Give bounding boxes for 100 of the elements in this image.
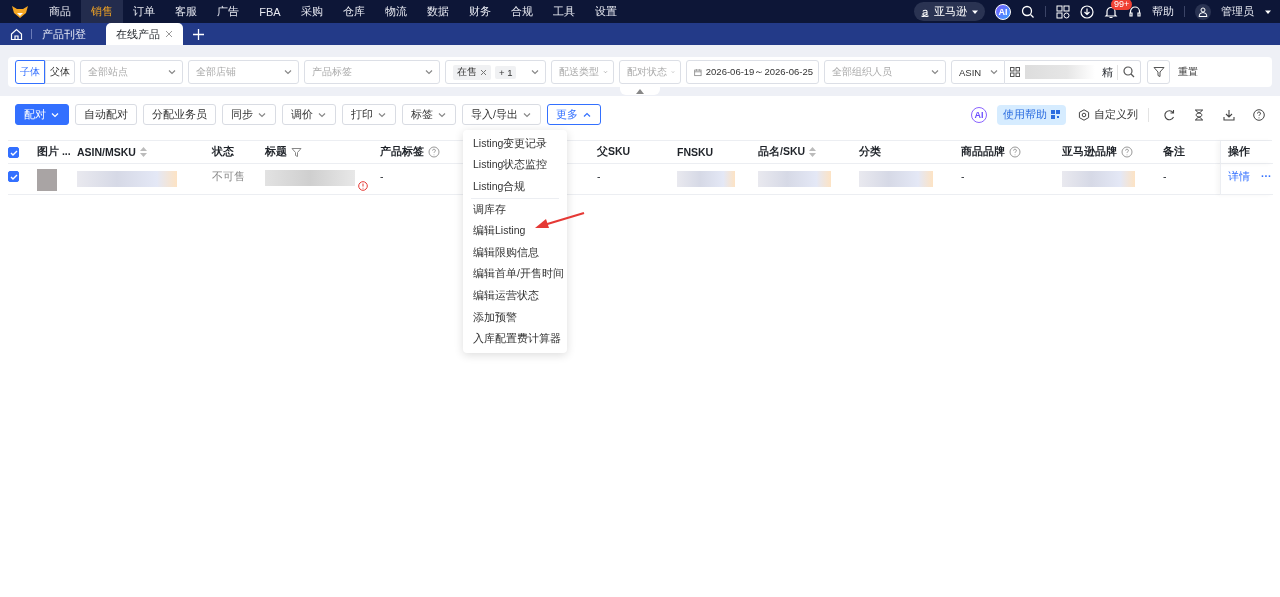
segment-tab[interactable]: 子体 bbox=[15, 60, 45, 84]
nav-menu-item[interactable]: 客服 bbox=[165, 0, 207, 23]
toolbar-button[interactable]: 导入/导出 bbox=[462, 104, 541, 125]
nav-menu-item[interactable]: FBA bbox=[249, 0, 291, 23]
nav-menu-item[interactable]: 工具 bbox=[543, 0, 585, 23]
close-icon[interactable] bbox=[165, 30, 173, 38]
table-cell: - bbox=[1163, 170, 1167, 182]
close-icon[interactable] bbox=[480, 68, 487, 76]
date-range-field[interactable]: 2026-06-19～2026-06-25 bbox=[686, 60, 819, 84]
product-photo-placeholder bbox=[37, 169, 57, 191]
hourglass-icon[interactable] bbox=[1193, 108, 1205, 121]
nav-menu-item[interactable]: 商品 bbox=[39, 0, 81, 23]
help-icon bbox=[1009, 146, 1021, 158]
column-header: 图片 ... bbox=[37, 145, 71, 159]
toolbar-button[interactable]: 同步 bbox=[222, 104, 276, 125]
fox-logo-icon bbox=[10, 4, 29, 19]
select-all-checkbox[interactable] bbox=[8, 147, 19, 158]
toolbar-button[interactable]: 分配业务员 bbox=[143, 104, 216, 125]
nav-menu-item[interactable]: 订单 bbox=[123, 0, 165, 23]
caret-icon bbox=[989, 67, 999, 77]
platform-switcher[interactable]: 亚马逊 bbox=[914, 2, 985, 21]
menu-item[interactable]: 调库存 bbox=[463, 198, 567, 221]
menu-item[interactable]: 编辑限购信息 bbox=[463, 241, 567, 264]
nav-menu-item[interactable]: 销售 bbox=[81, 0, 123, 23]
details-link[interactable]: 详情 bbox=[1228, 170, 1250, 184]
column-header: ASIN/MSKU bbox=[77, 146, 136, 158]
download-icon[interactable] bbox=[1223, 108, 1235, 121]
search-icon[interactable] bbox=[1123, 66, 1135, 78]
toolbar-button[interactable]: 打印 bbox=[342, 104, 396, 125]
home-icon[interactable] bbox=[10, 27, 23, 41]
status-select[interactable]: 在售 + 1 bbox=[445, 60, 546, 84]
nav-menu-item[interactable]: 广告 bbox=[207, 0, 249, 23]
column-header: FNSKU bbox=[677, 146, 714, 158]
column-header: 操作 bbox=[1228, 145, 1250, 159]
collapse-handle[interactable] bbox=[620, 87, 660, 95]
filter-button[interactable] bbox=[1147, 60, 1170, 84]
nav-menu-item[interactable]: 财务 bbox=[459, 0, 501, 23]
user-avatar-icon[interactable] bbox=[1195, 3, 1211, 20]
apps-grid-icon[interactable] bbox=[1056, 4, 1070, 19]
toolbar-button[interactable]: 配对 bbox=[15, 104, 69, 125]
row-checkbox[interactable] bbox=[8, 171, 19, 182]
nav-menu-item[interactable]: 物流 bbox=[375, 0, 417, 23]
segment-tab[interactable]: 父体 bbox=[45, 60, 75, 84]
help-link[interactable]: 帮助 bbox=[1152, 4, 1174, 19]
toolbar-button[interactable]: 自动配对 bbox=[75, 104, 137, 125]
warning-icon[interactable] bbox=[358, 181, 368, 191]
menu-item[interactable]: 编辑首单/开售时间 bbox=[463, 263, 567, 286]
exact-match-toggle[interactable]: 精 bbox=[1102, 64, 1118, 80]
column-header: 父SKU bbox=[597, 145, 631, 159]
filter-icon bbox=[1152, 66, 1165, 78]
menu-item[interactable]: 编辑Listing bbox=[463, 220, 567, 242]
caret-icon bbox=[167, 67, 177, 77]
caret-icon bbox=[530, 67, 540, 77]
custom-columns-button[interactable]: 自定义列 bbox=[1078, 107, 1149, 122]
qr-icon bbox=[1051, 110, 1060, 119]
check-icon bbox=[9, 172, 18, 181]
redacted-block bbox=[677, 171, 735, 187]
search-icon[interactable] bbox=[1021, 4, 1035, 19]
help-icon bbox=[1121, 146, 1133, 158]
column-header: 备注 bbox=[1163, 145, 1185, 159]
ai-assistant-button[interactable]: AI bbox=[995, 3, 1011, 20]
column-header: 亚马逊品牌 bbox=[1062, 145, 1117, 159]
grid-icon bbox=[1010, 67, 1020, 77]
page-tab[interactable]: 产品刊登 bbox=[32, 23, 96, 45]
menu-item[interactable]: 编辑运营状态 bbox=[463, 285, 567, 307]
column-header: 分类 bbox=[859, 145, 881, 159]
menu-item[interactable]: Listing状态监控 bbox=[463, 154, 567, 177]
nav-menu-item[interactable]: 设置 bbox=[585, 0, 627, 23]
check-icon bbox=[9, 148, 18, 157]
more-count-tag: + 1 bbox=[495, 65, 517, 79]
search-type-select[interactable]: ASIN bbox=[951, 60, 1005, 84]
nav-menu-item[interactable]: 仓库 bbox=[333, 0, 375, 23]
toolbar-button[interactable]: 调价 bbox=[282, 104, 336, 125]
menu-item[interactable]: Listing合规 bbox=[463, 176, 567, 198]
menu-item[interactable]: 添加预警 bbox=[463, 306, 567, 329]
column-header: 品名/SKU bbox=[758, 145, 806, 159]
column-header: 产品标签 bbox=[380, 145, 424, 159]
help-icon bbox=[428, 146, 440, 158]
headset-icon[interactable] bbox=[1128, 4, 1142, 19]
toolbar-button[interactable]: 标签 bbox=[402, 104, 456, 125]
help-icon[interactable] bbox=[1253, 108, 1265, 121]
menu-item[interactable]: Listing变更记录 bbox=[463, 133, 567, 155]
nav-menu-item[interactable]: 采购 bbox=[291, 0, 333, 23]
search-field[interactable]: 精 bbox=[1005, 60, 1141, 84]
user-name[interactable]: 管理员 bbox=[1221, 4, 1254, 19]
add-tab-icon[interactable] bbox=[193, 28, 204, 40]
more-actions-button[interactable]: ··· bbox=[1261, 170, 1272, 182]
toolbar-button[interactable]: 更多 bbox=[546, 104, 601, 125]
filter-icon[interactable] bbox=[291, 146, 302, 158]
nav-menu-item[interactable]: 数据 bbox=[417, 0, 459, 23]
table-cell: - bbox=[597, 170, 601, 182]
refresh-icon[interactable] bbox=[1163, 108, 1175, 121]
caret-icon bbox=[283, 67, 293, 77]
reset-link[interactable]: 重置 bbox=[1178, 65, 1198, 79]
menu-item[interactable]: 入库配置费计算器 bbox=[463, 328, 567, 350]
nav-menu-item[interactable]: 合规 bbox=[501, 0, 543, 23]
page-tab[interactable]: 在线产品 bbox=[106, 23, 183, 45]
usage-help-button[interactable]: 使用帮助 bbox=[997, 104, 1066, 125]
settings-icon bbox=[1078, 108, 1090, 121]
table-cell: 不可售 bbox=[212, 170, 245, 184]
